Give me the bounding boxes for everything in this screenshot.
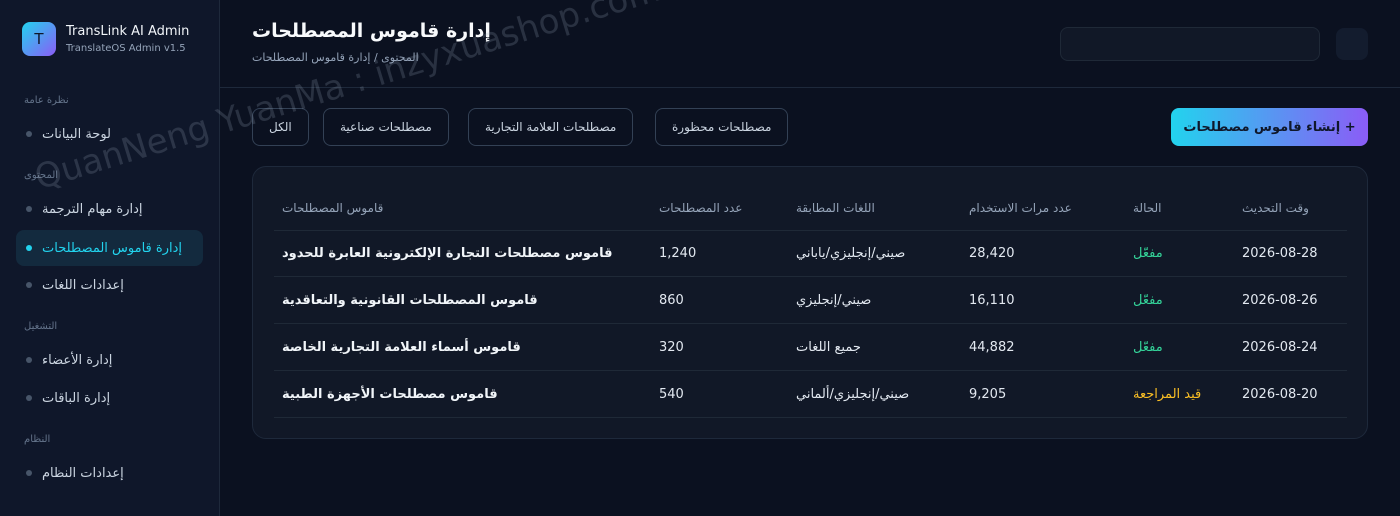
glossary-name[interactable]: قاموس مصطلحات التجارة الإلكترونية العابر… <box>282 230 613 277</box>
create-glossary-button[interactable]: إنشاء قاموس مصطلحات + <box>1171 108 1368 146</box>
bullet-icon <box>26 131 32 137</box>
page-title: إدارة قاموس المصطلحات <box>252 20 491 42</box>
bullet-icon <box>26 245 32 251</box>
languages: جميع اللغات <box>796 340 861 355</box>
sidebar: T TransLink AI Admin TranslateOS Admin v… <box>0 0 220 516</box>
filter-all-button[interactable]: الكل <box>252 108 309 146</box>
table-row[interactable]: قاموس مصطلحات الأجهزة الطبية 540 صيني/إن… <box>274 371 1347 418</box>
sidebar-item-translation-tasks[interactable]: إدارة مهام الترجمة <box>16 191 203 227</box>
sidebar-item-system-settings[interactable]: إعدادات النظام <box>16 455 203 491</box>
status-badge: مفعّل <box>1133 293 1163 308</box>
glossary-name[interactable]: قاموس أسماء العلامة التجارية الخاصة <box>282 324 521 371</box>
table-row[interactable]: قاموس أسماء العلامة التجارية الخاصة 320 … <box>274 324 1347 371</box>
languages: صيني/إنجليزي <box>796 293 872 308</box>
sidebar-item-label: إدارة الباقات <box>42 390 111 406</box>
languages: صيني/إنجليزي/ألماني <box>796 387 910 402</box>
table-header: قاموس المصطلحات عدد المصطلحات اللغات الم… <box>274 184 1347 231</box>
sidebar-item-dashboard[interactable]: لوحة البيانات <box>16 116 203 152</box>
sidebar-item-label: إدارة مهام الترجمة <box>42 201 143 217</box>
bullet-icon <box>26 357 32 363</box>
glossary-name[interactable]: قاموس المصطلحات القانونية والتعاقدية <box>282 277 538 324</box>
bullet-icon <box>26 206 32 212</box>
sidebar-item-glossary[interactable]: إدارة قاموس المصطلحات <box>16 230 203 266</box>
updated-time: 2026-08-24 <box>1242 340 1318 355</box>
column-header-uses[interactable]: عدد مرات الاستخدام <box>969 184 1072 231</box>
status-badge: مفعّل <box>1133 340 1163 355</box>
usage-count: 9,205 <box>969 387 1007 402</box>
sidebar-item-label: إدارة الأعضاء <box>42 352 113 368</box>
sidebar-item-label: لوحة البيانات <box>42 126 112 142</box>
section-label-overview: نظرة عامة <box>24 95 69 106</box>
sidebar-item-members[interactable]: إدارة الأعضاء <box>16 342 203 378</box>
column-header-status[interactable]: الحالة <box>1133 184 1161 231</box>
bullet-icon <box>26 282 32 288</box>
breadcrumb: المحتوى / إدارة قاموس المصطلحات <box>252 51 419 64</box>
filter-industry-button[interactable]: مصطلحات صناعية <box>323 108 449 146</box>
glossary-table: قاموس المصطلحات عدد المصطلحات اللغات الم… <box>252 166 1368 439</box>
sidebar-item-plans[interactable]: إدارة الباقات <box>16 380 203 416</box>
bullet-icon <box>26 395 32 401</box>
section-label-operations: التشغيل <box>24 321 58 332</box>
brand: T TransLink AI Admin TranslateOS Admin v… <box>22 22 189 56</box>
usage-count: 16,110 <box>969 293 1015 308</box>
column-header-count[interactable]: عدد المصطلحات <box>659 184 742 231</box>
sidebar-item-label: إعدادات النظام <box>42 465 124 481</box>
status-badge: مفعّل <box>1133 246 1163 261</box>
section-label-system: النظام <box>24 434 51 445</box>
bullet-icon <box>26 470 32 476</box>
column-header-updated[interactable]: وقت التحديث <box>1242 184 1309 231</box>
usage-count: 28,420 <box>969 246 1015 261</box>
term-count: 1,240 <box>659 246 697 261</box>
brand-logo: T <box>22 22 56 56</box>
header-action-button[interactable] <box>1336 28 1368 60</box>
top-header: إدارة قاموس المصطلحات المحتوى / إدارة قا… <box>220 0 1400 88</box>
sidebar-item-label: إعدادات اللغات <box>42 277 124 293</box>
updated-time: 2026-08-26 <box>1242 293 1318 308</box>
glossary-name[interactable]: قاموس مصطلحات الأجهزة الطبية <box>282 371 498 418</box>
term-count: 860 <box>659 293 684 308</box>
filter-brand-button[interactable]: مصطلحات العلامة التجارية <box>468 108 634 146</box>
filter-forbidden-button[interactable]: مصطلحات محظورة <box>655 108 789 146</box>
brand-subtitle: TranslateOS Admin v1.5 <box>66 42 186 54</box>
table-row[interactable]: قاموس مصطلحات التجارة الإلكترونية العابر… <box>274 230 1347 277</box>
languages: صيني/إنجليزي/ياباني <box>796 246 906 261</box>
updated-time: 2026-08-20 <box>1242 387 1318 402</box>
search-input[interactable] <box>1060 27 1320 61</box>
updated-time: 2026-08-28 <box>1242 246 1318 261</box>
term-count: 540 <box>659 387 684 402</box>
term-count: 320 <box>659 340 684 355</box>
sidebar-item-language-settings[interactable]: إعدادات اللغات <box>16 267 203 303</box>
table-row[interactable]: قاموس المصطلحات القانونية والتعاقدية 860… <box>274 277 1347 324</box>
sidebar-item-label: إدارة قاموس المصطلحات <box>42 240 183 256</box>
section-label-content: المحتوى <box>24 170 59 181</box>
brand-title: TransLink AI Admin <box>66 23 190 39</box>
status-badge: قيد المراجعة <box>1133 387 1202 402</box>
usage-count: 44,882 <box>969 340 1015 355</box>
column-header-languages[interactable]: اللغات المطابقة <box>796 184 875 231</box>
column-header-name[interactable]: قاموس المصطلحات <box>282 184 383 231</box>
